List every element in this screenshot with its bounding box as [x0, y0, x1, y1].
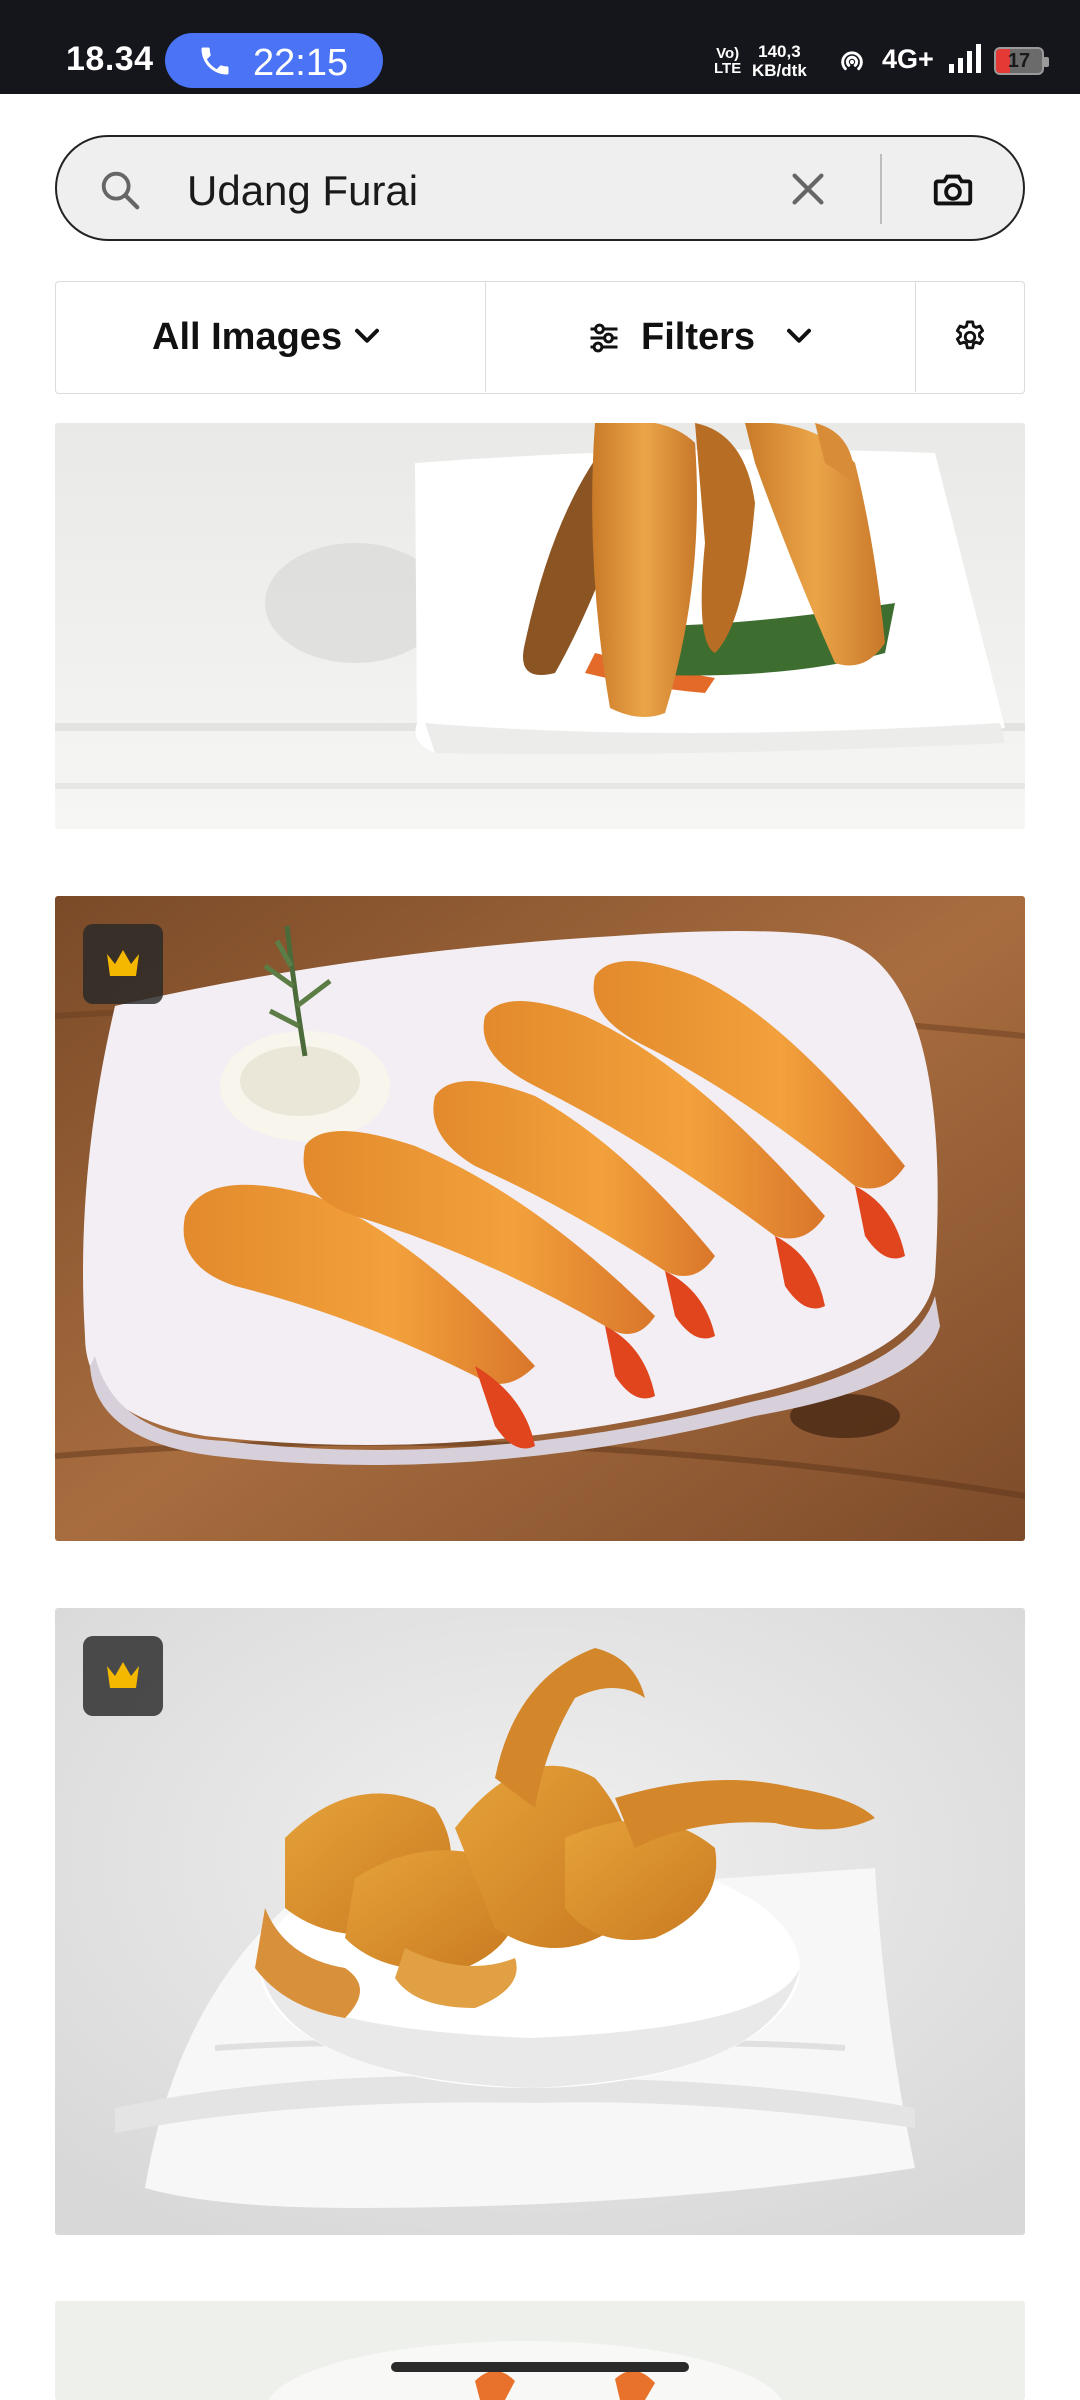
all-images-dropdown[interactable]: All Images	[56, 282, 486, 392]
ongoing-call-pill[interactable]: 22:15	[165, 33, 383, 88]
ebi-fry-plate-photo	[55, 896, 1025, 1541]
chevron-down-icon	[787, 328, 811, 343]
image-result[interactable]	[55, 896, 1025, 1541]
phone-icon	[201, 47, 229, 75]
fried-shrimp-bowl-photo	[55, 1608, 1025, 2235]
home-indicator[interactable]	[391, 2362, 689, 2372]
network-type: 4G+	[882, 44, 934, 74]
gear-icon	[955, 320, 985, 350]
crown-icon	[107, 1662, 139, 1688]
settings-button[interactable]	[916, 282, 1024, 392]
call-duration: 22:15	[253, 42, 349, 84]
premium-badge	[83, 1636, 163, 1716]
shrimp-dish-photo	[55, 2301, 1025, 2400]
chevron-down-icon	[355, 328, 379, 343]
volte-indicator: Vo) LTE	[714, 45, 742, 77]
battery-level: 17	[1007, 50, 1031, 72]
search-input[interactable]: Udang Furai	[187, 167, 418, 215]
image-result[interactable]	[55, 2301, 1025, 2400]
battery-icon: 17	[994, 47, 1049, 75]
filter-bar: All Images Filters	[55, 281, 1025, 394]
image-result[interactable]	[55, 1608, 1025, 2235]
filters-label: Filters	[641, 316, 756, 358]
search-icon[interactable]	[97, 167, 143, 213]
search-bar[interactable]: Udang Furai	[55, 135, 1025, 241]
hotspot-icon	[841, 51, 863, 71]
fried-shrimp-plate-photo	[55, 423, 1025, 829]
camera-icon[interactable]	[930, 167, 976, 213]
signal-icon	[949, 44, 981, 73]
search-divider	[880, 154, 882, 224]
status-bar: 18.34 22:15 Vo) LTE 140,3 KB/dtk 4G+ 17	[0, 0, 1080, 94]
tune-icon	[590, 323, 618, 353]
clock: 18.34	[66, 40, 154, 78]
clear-icon[interactable]	[785, 166, 831, 212]
all-images-label: All Images	[152, 316, 343, 358]
premium-badge	[83, 924, 163, 1004]
filters-dropdown[interactable]: Filters	[486, 282, 916, 392]
image-result[interactable]	[55, 423, 1025, 829]
crown-icon	[107, 950, 139, 976]
network-speed: 140,3 KB/dtk	[752, 42, 807, 80]
